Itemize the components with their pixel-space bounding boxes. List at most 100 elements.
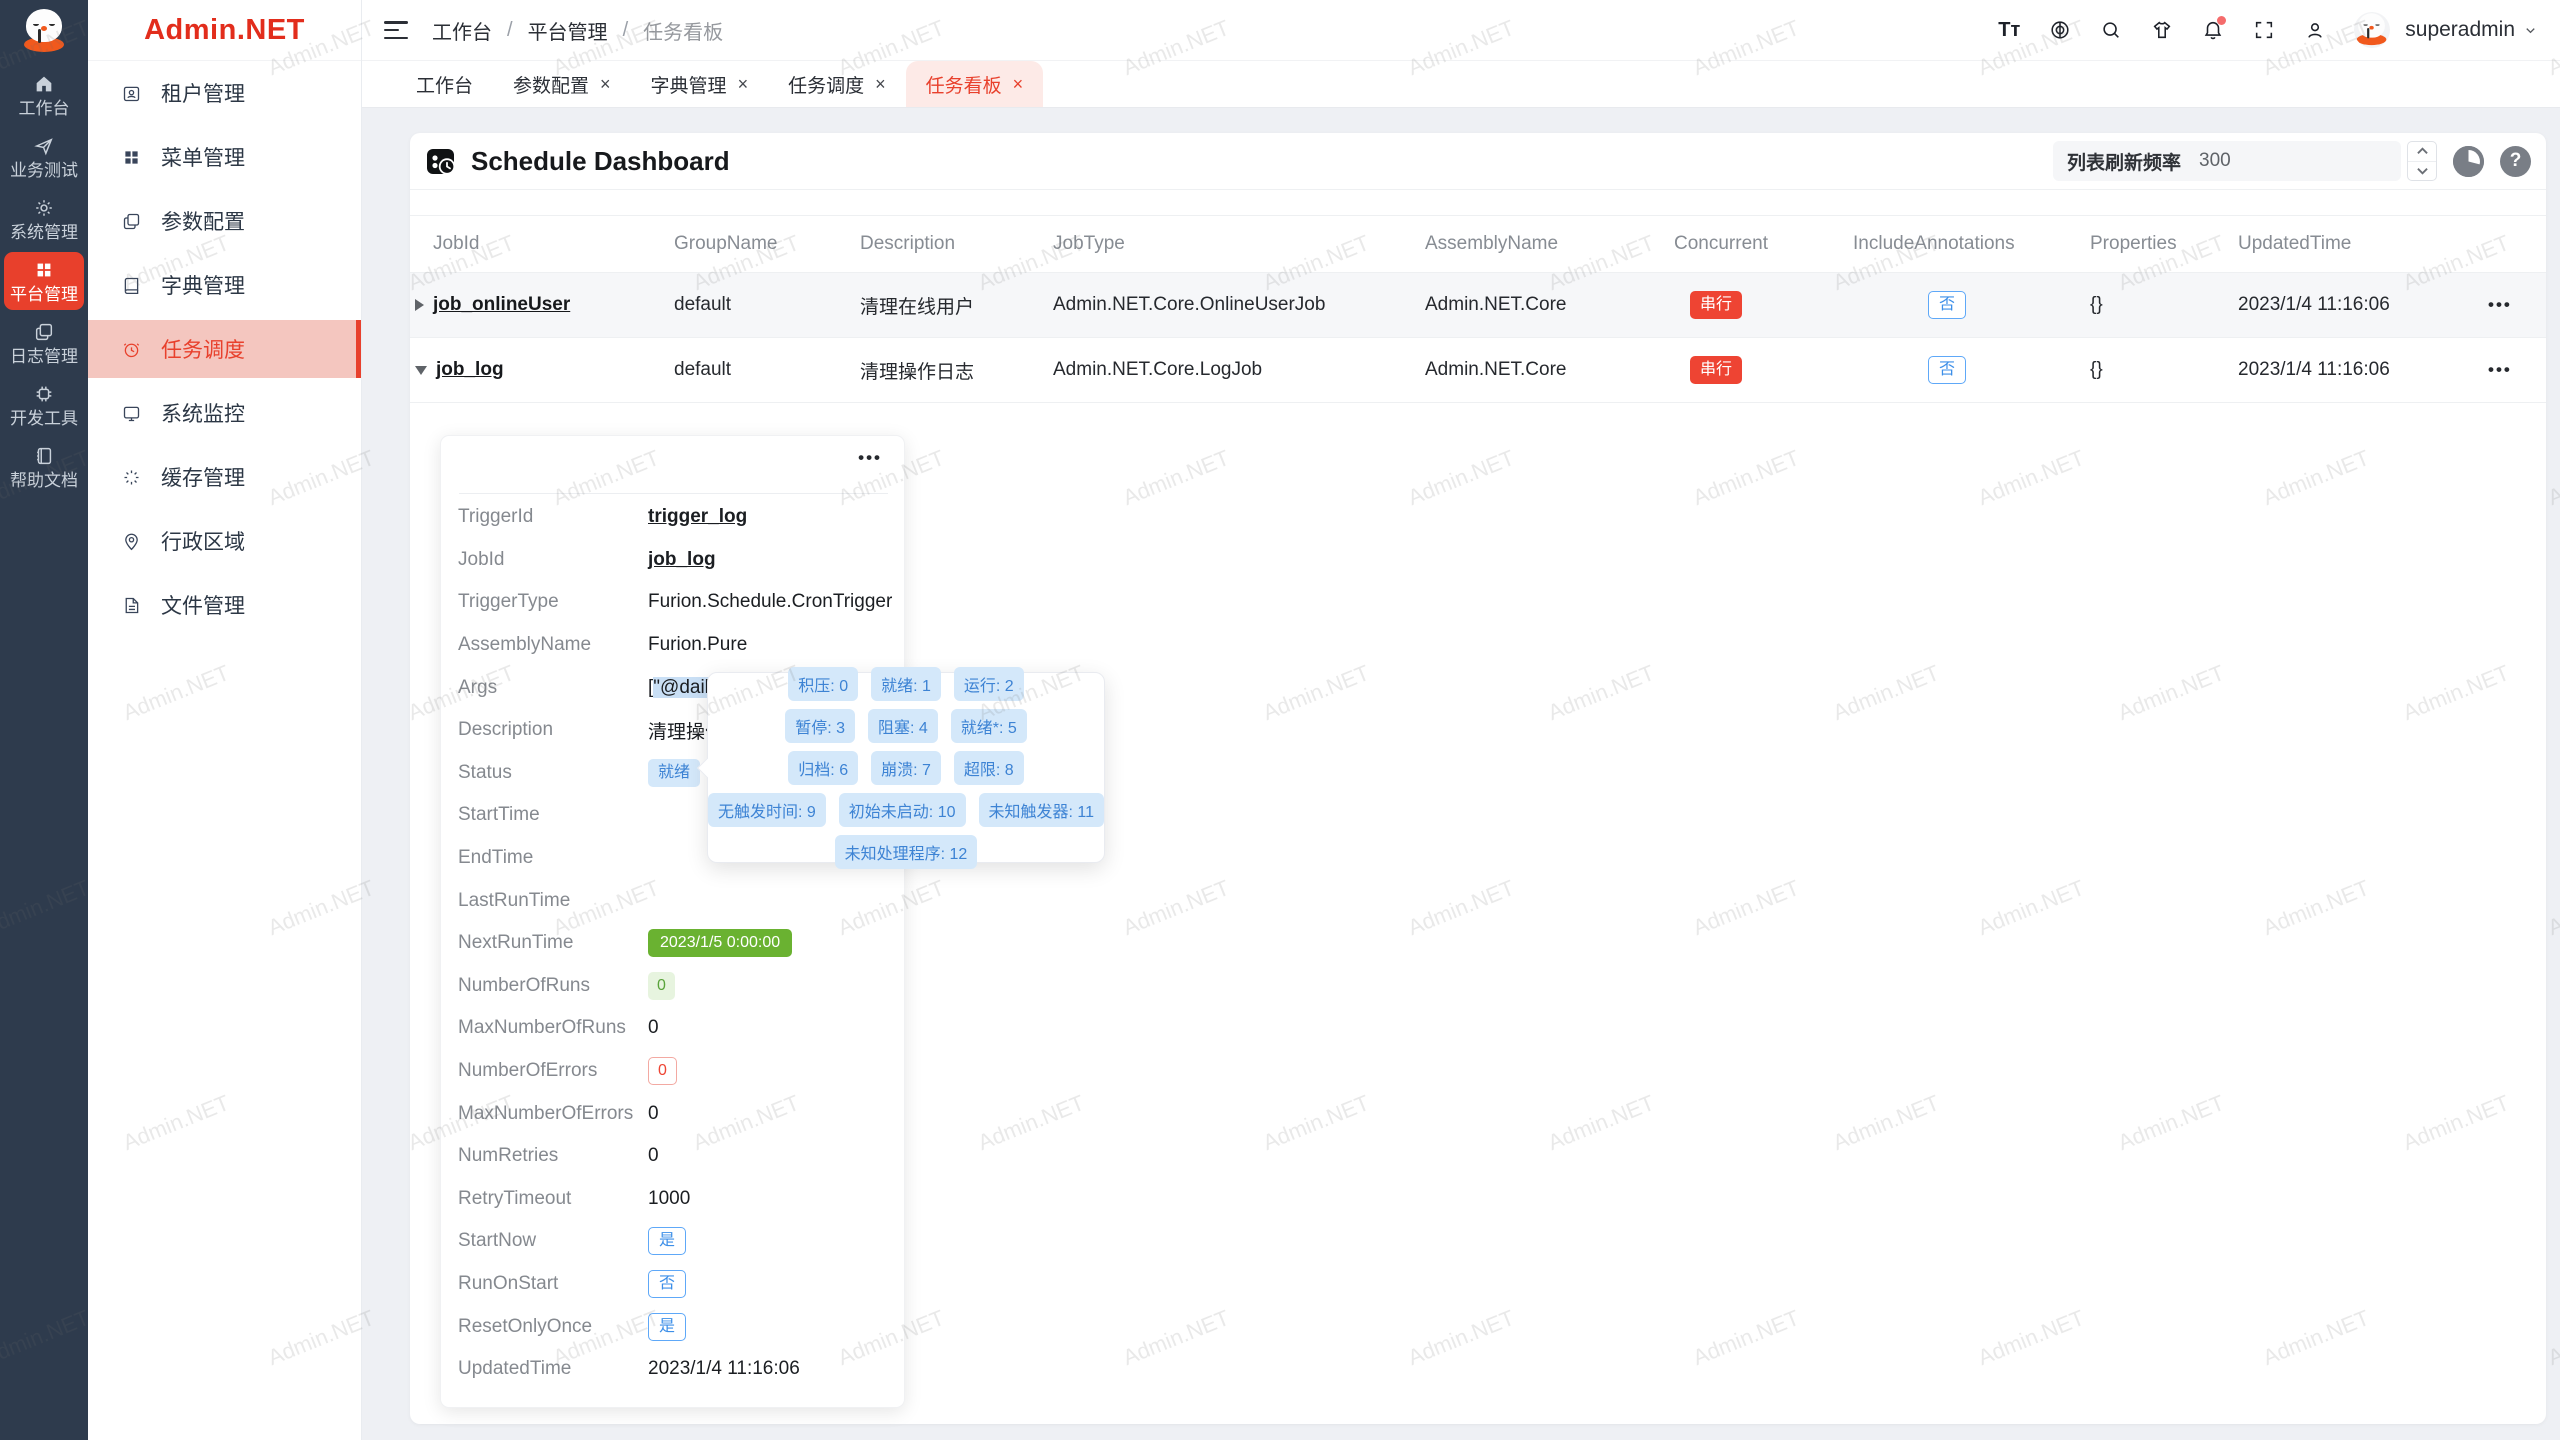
tab-workbench[interactable]: 工作台 — [396, 61, 493, 107]
stepper-up-icon[interactable] — [2408, 142, 2436, 162]
schedule-dashboard-card: Schedule Dashboard 列表刷新频率 300 ? JobId Gr… — [410, 133, 2546, 1424]
tab-param-config[interactable]: 参数配置 × — [493, 61, 631, 107]
notification-badge — [2217, 16, 2226, 25]
column-header[interactable]: UpdatedTime — [2238, 233, 2480, 255]
status-legend-tag: 崩溃: 7 — [871, 751, 941, 785]
cell-assembly: Admin.NET.Core — [1425, 359, 1674, 381]
table-row[interactable]: job_onlineUser default 清理在线用户 Admin.NET.… — [410, 273, 2546, 338]
sidebar-item-dict-mgmt[interactable]: 字典管理 — [88, 256, 361, 314]
rail-item-log-mgmt[interactable]: 日志管理 — [4, 314, 84, 372]
rail-item-label: 日志管理 — [10, 348, 78, 365]
status-tag[interactable]: 就绪 — [648, 759, 700, 787]
detail-more-actions-icon[interactable]: ••• — [858, 448, 882, 468]
sidebar-item-menu-mgmt[interactable]: 菜单管理 — [88, 128, 361, 186]
detail-row: TriggerTypeFurion.Schedule.CronTrigger — [458, 581, 892, 624]
app-logo[interactable] — [21, 8, 67, 54]
tab-bar: 工作台 参数配置 × 字典管理 × 任务调度 × 任务看板 × — [362, 61, 2560, 108]
job-ratio-pie-icon[interactable] — [2453, 146, 2484, 177]
detail-row: AssemblyNameFurion.Pure — [458, 624, 892, 667]
cell-assembly: Admin.NET.Core — [1425, 294, 1674, 316]
detail-row: LastRunTime — [458, 879, 892, 922]
tab-close-icon[interactable]: × — [600, 75, 611, 93]
tab-close-icon[interactable]: × — [1013, 75, 1024, 93]
stepper-down-icon[interactable] — [2408, 162, 2436, 181]
breadcrumb-separator: / — [623, 19, 629, 42]
alarm-clock-icon — [121, 339, 142, 360]
theme-shirt-icon[interactable] — [2150, 18, 2174, 42]
tab-task-schedule[interactable]: 任务调度 × — [768, 61, 906, 107]
column-header[interactable]: JobId — [433, 233, 674, 255]
column-header[interactable]: JobType — [1053, 233, 1425, 255]
rail-item-dev-tools[interactable]: 开发工具 — [4, 376, 84, 434]
dictionary-book-icon — [121, 275, 142, 296]
rail-item-help-docs[interactable]: 帮助文档 — [4, 438, 84, 496]
column-header[interactable]: GroupName — [674, 233, 860, 255]
column-header[interactable]: Concurrent — [1674, 233, 1853, 255]
sidebar-item-tenant-mgmt[interactable]: 租户管理 — [88, 64, 361, 122]
person-icon[interactable] — [2303, 18, 2327, 42]
map-pin-icon — [121, 531, 142, 552]
column-header[interactable]: Description — [860, 233, 1053, 255]
cell-job-type: Admin.NET.Core.LogJob — [1053, 359, 1425, 381]
row-more-actions-icon[interactable]: ••• — [2480, 360, 2546, 380]
monitor-icon — [121, 403, 142, 424]
sidebar: Admin.NET 租户管理 菜单管理 参数配置 字典管理 任务调度 系统监控 … — [88, 0, 362, 1440]
sidebar-item-file-mgmt[interactable]: 文件管理 — [88, 576, 361, 634]
detail-row: TriggerIdtrigger_log — [458, 496, 892, 539]
tab-label: 字典管理 — [651, 71, 727, 98]
user-avatar[interactable] — [2354, 12, 2390, 48]
column-header[interactable]: Properties — [2090, 233, 2238, 255]
collapse-caret-icon[interactable] — [415, 366, 427, 375]
font-size-icon[interactable]: Tт — [1997, 18, 2021, 42]
breadcrumb-item[interactable]: 工作台 — [432, 16, 492, 45]
row-more-actions-icon[interactable]: ••• — [2480, 295, 2546, 315]
sidebar-item-param-config[interactable]: 参数配置 — [88, 192, 361, 250]
sidebar-item-system-monitor[interactable]: 系统监控 — [88, 384, 361, 442]
topbar: 工作台 / 平台管理 / 任务看板 Tт — [362, 0, 2560, 61]
detail-row: StartNow是 — [458, 1220, 892, 1263]
user-menu[interactable]: superadmin — [2405, 18, 2538, 42]
table-header-row: JobId GroupName Description JobType Asse… — [410, 215, 2546, 273]
expand-caret-icon[interactable] — [415, 299, 424, 311]
fullscreen-icon[interactable] — [2252, 18, 2276, 42]
detail-row: NextRunTime2023/1/5 0:00:00 — [458, 922, 892, 965]
status-legend-tag: 阻塞: 4 — [868, 709, 938, 743]
concurrent-tag: 串行 — [1690, 356, 1742, 384]
copy-icon — [121, 211, 142, 232]
sidebar-item-cache-mgmt[interactable]: 缓存管理 — [88, 448, 361, 506]
rail-item-business-test[interactable]: 业务测试 — [4, 128, 84, 186]
column-header[interactable]: AssemblyName — [1425, 233, 1674, 255]
refresh-rate-input[interactable]: 列表刷新频率 300 — [2053, 141, 2401, 181]
job-id-link[interactable]: job_log — [648, 549, 716, 571]
username: superadmin — [2405, 18, 2515, 42]
tab-close-icon[interactable]: × — [875, 75, 886, 93]
collapse-menu-icon[interactable] — [384, 19, 410, 41]
notification-bell-icon[interactable] — [2201, 18, 2225, 42]
menu-grid-icon — [121, 147, 142, 168]
table-row[interactable]: job_log default 清理操作日志 Admin.NET.Core.Lo… — [410, 338, 2546, 403]
tab-label: 任务看板 — [926, 71, 1002, 98]
rail-item-system-mgmt[interactable]: 系统管理 — [4, 190, 84, 248]
help-icon[interactable]: ? — [2500, 146, 2531, 177]
next-run-time-tag: 2023/1/5 0:00:00 — [648, 929, 792, 957]
home-icon — [33, 73, 55, 95]
cell-properties: {} — [2090, 359, 2238, 381]
include-annotations-tag: 否 — [1928, 291, 1966, 319]
tab-dict-mgmt[interactable]: 字典管理 × — [631, 61, 769, 107]
job-id-link[interactable]: job_onlineUser — [433, 294, 570, 316]
rail-item-platform-mgmt[interactable]: 平台管理 — [4, 252, 84, 310]
status-legend-tag: 无触发时间: 9 — [708, 793, 826, 827]
sidebar-item-admin-region[interactable]: 行政区域 — [88, 512, 361, 570]
copy-docs-icon — [33, 321, 55, 343]
search-icon[interactable] — [2099, 18, 2123, 42]
rail-item-workbench[interactable]: 工作台 — [4, 66, 84, 124]
detail-row: NumberOfRuns0 — [458, 965, 892, 1008]
job-id-link[interactable]: job_log — [436, 359, 504, 381]
tab-close-icon[interactable]: × — [738, 75, 749, 93]
column-header[interactable]: IncludeAnnotations — [1853, 233, 2090, 255]
trigger-id-link[interactable]: trigger_log — [648, 506, 747, 528]
language-icon[interactable] — [2048, 18, 2072, 42]
sidebar-item-task-schedule[interactable]: 任务调度 — [88, 320, 361, 378]
breadcrumb-item[interactable]: 平台管理 — [528, 16, 608, 45]
tab-task-dashboard[interactable]: 任务看板 × — [906, 61, 1044, 107]
